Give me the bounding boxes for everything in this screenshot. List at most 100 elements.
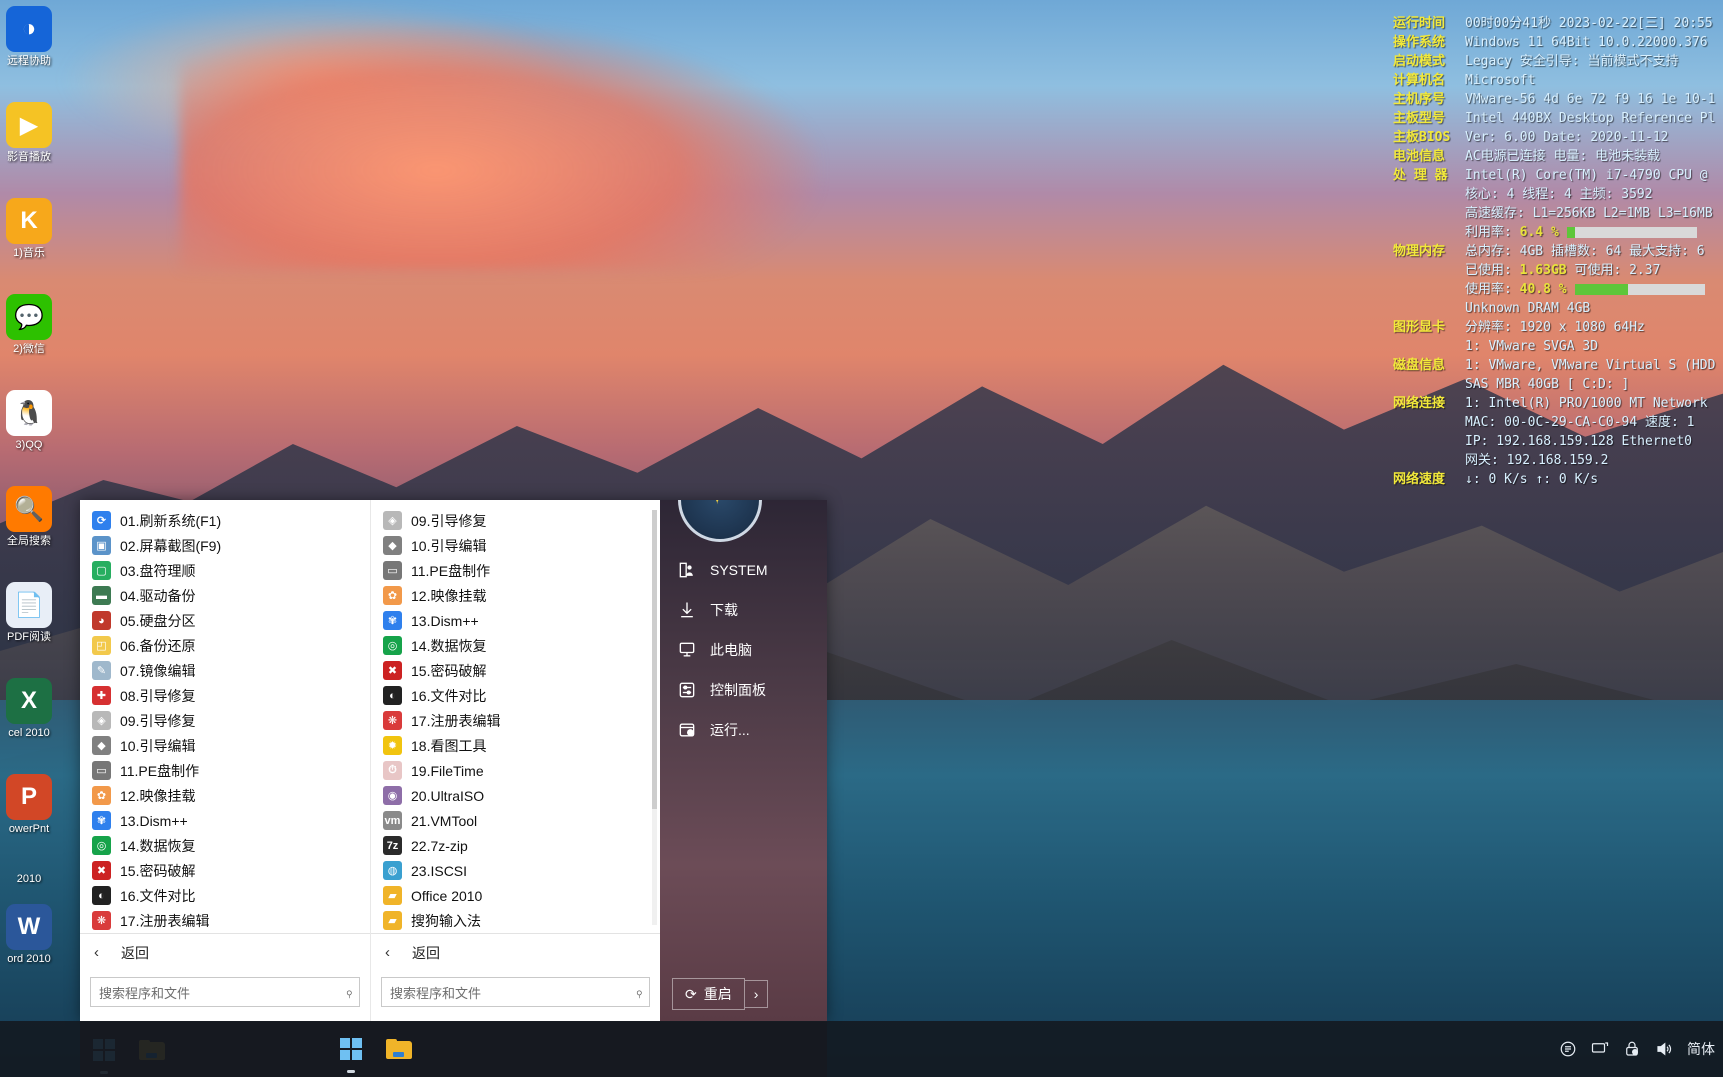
- menu-item-label: 22.7z-zip: [411, 837, 468, 854]
- shortcut-control-panel[interactable]: 控制面板: [660, 670, 827, 710]
- desktop-icon-7[interactable]: 📄 PDF阅读: [0, 576, 58, 672]
- menu-item-col1-16[interactable]: ◐ 16.文件对比: [80, 883, 370, 908]
- menu-item-col1-13[interactable]: ✾ 13.Dism++: [80, 808, 370, 833]
- desktop-icon-label: 远程协助: [7, 55, 51, 67]
- desktop-icon-2[interactable]: ▶ 影音播放: [0, 96, 58, 192]
- menu-item-col2-15[interactable]: ◍ 23.ISCSI: [371, 858, 660, 883]
- sysinfo-value: Unknown DRAM 4GB: [1465, 301, 1591, 316]
- menu-item-col2-13[interactable]: vm 21.VMTool: [371, 808, 660, 833]
- ime-icon[interactable]: 简体: [1687, 1039, 1715, 1059]
- menu-item-col1-3[interactable]: ▢ 03.盘符理顺: [80, 558, 370, 583]
- file-explorer-button[interactable]: [375, 1021, 423, 1077]
- sysinfo-value: 核心: 4 线程: 4 主频: 3592: [1465, 187, 1653, 202]
- restart-button[interactable]: ⟳ 重启: [672, 978, 745, 1010]
- image-viewer-icon: ✹: [383, 736, 402, 755]
- program-list-primary[interactable]: ⟳ 01.刷新系统(F1) ▣ 02.屏幕截图(F9) ▢ 03.盘符理顺 ▬ 04.驱动备份…: [80, 500, 370, 933]
- menu-item-col1-2[interactable]: ▣ 02.屏幕截图(F9): [80, 533, 370, 558]
- sysinfo-value: 利用率: 6.4 %: [1459, 223, 1697, 242]
- menu-item-col1-15[interactable]: ✖ 15.密码破解: [80, 858, 370, 883]
- menu-item-col1-5[interactable]: ◕ 05.硬盘分区: [80, 608, 370, 633]
- menu-item-col1-12[interactable]: ✿ 12.映像挂载: [80, 783, 370, 808]
- menu-item-col1-11[interactable]: ▭ 11.PE盘制作: [80, 758, 370, 783]
- menu-item-col2-10[interactable]: ✹ 18.看图工具: [371, 733, 660, 758]
- shortcut-list[interactable]: SYSTEM 下载 此电脑 控制面板 运行...: [660, 550, 827, 750]
- desktop-icon-8[interactable]: Xcel 2010: [0, 672, 58, 768]
- desktop-icon-9[interactable]: PowerPnt: [0, 768, 58, 864]
- sysinfo-label: [1393, 432, 1459, 451]
- back-button-2[interactable]: ‹ 返回: [371, 933, 660, 971]
- shortcut-this-pc[interactable]: 此电脑: [660, 630, 827, 670]
- menu-item-col2-4[interactable]: ✿ 12.映像挂载: [371, 583, 660, 608]
- menu-item-label: 18.看图工具: [411, 737, 487, 754]
- security-icon[interactable]: [1623, 1040, 1641, 1058]
- search-area-2[interactable]: 搜索程序和文件 ⌕: [371, 971, 660, 1021]
- word-2010-icon: W: [6, 904, 52, 950]
- desktop-icon-5[interactable]: 🐧 3)QQ: [0, 384, 58, 480]
- menu-item-col1-9[interactable]: ◈ 09.引导修复: [80, 708, 370, 733]
- sysinfo-row-9: 处 理 器 Intel(R) Core(TM) i7-4790 CPU @: [1393, 166, 1723, 185]
- menu-item-col2-3[interactable]: ▭ 11.PE盘制作: [371, 558, 660, 583]
- search-input-1[interactable]: 搜索程序和文件 ⌕: [90, 977, 360, 1007]
- menu-item-col2-9[interactable]: ❋ 17.注册表编辑: [371, 708, 660, 733]
- menu-item-label: 12.映像挂载: [411, 587, 487, 604]
- program-list-secondary[interactable]: ◈ 09.引导修复 ◆ 10.引导编辑 ▭ 11.PE盘制作 ✿ 12.映像挂载 ✾ 13.Dis…: [371, 500, 660, 933]
- sysinfo-value: 已使用: 1.63GB 可使用: 2.37: [1465, 263, 1661, 278]
- menu-item-col2-12[interactable]: ◉ 20.UltraISO: [371, 783, 660, 808]
- desktop-icon-11[interactable]: Word 2010: [0, 898, 58, 994]
- run-icon: [676, 719, 698, 741]
- menu-item-col1-6[interactable]: ◰ 06.备份还原: [80, 633, 370, 658]
- host-taskbar[interactable]: 简体: [0, 1021, 1723, 1077]
- sysinfo-label: 操作系统: [1393, 35, 1446, 50]
- desktop-icon-6[interactable]: 🔍 全局搜索: [0, 480, 58, 576]
- menu-item-label: 16.文件对比: [411, 687, 487, 704]
- menu-item-col2-16[interactable]: ▰ Office 2010: [371, 883, 660, 908]
- menu-item-col1-8[interactable]: ✚ 08.引导修复: [80, 683, 370, 708]
- vmtool-icon: vm: [383, 811, 402, 830]
- menu-item-col1-1[interactable]: ⟳ 01.刷新系统(F1): [80, 508, 370, 533]
- search-placeholder: 搜索程序和文件: [390, 985, 482, 1001]
- desktop-icon-4[interactable]: 💬 2)微信: [0, 288, 58, 384]
- sysinfo-row-8: 电池信息 AC电源已连接 电量: 电池未装载: [1393, 147, 1723, 166]
- start-button[interactable]: [327, 1021, 375, 1077]
- search-input-2[interactable]: 搜索程序和文件 ⌕: [381, 977, 650, 1007]
- menu-item-label: 17.注册表编辑: [411, 712, 501, 729]
- file-compare-icon: ◐: [92, 886, 111, 905]
- volume-icon[interactable]: [1655, 1040, 1673, 1058]
- desktop: ◑ 远程协助 ▶ 影音播放 K 1)音乐 💬 2)微信 🐧 3)QQ 🔍 全局搜索 📄 PDF阅读 Xcel…: [0, 0, 1723, 1077]
- shortcut-download[interactable]: 下载: [660, 590, 827, 630]
- restart-icon: ⟳: [685, 985, 697, 1002]
- desktop-icon-label: 2)微信: [13, 343, 45, 355]
- sysinfo-value: VMware-56 4d 6e 72 f9 16 1e 10-1: [1465, 92, 1716, 107]
- desktop-icon-10[interactable]: 2010: [0, 864, 58, 898]
- display-icon[interactable]: [1591, 1040, 1609, 1058]
- menu-item-col2-11[interactable]: ⏱ 19.FileTime: [371, 758, 660, 783]
- menu-item-col2-5[interactable]: ✾ 13.Dism++: [371, 608, 660, 633]
- sysinfo-row-3: 启动模式 Legacy 安全引导: 当前模式不支持: [1393, 52, 1723, 71]
- shortcut-user-system[interactable]: SYSTEM: [660, 550, 827, 590]
- menu-item-col2-6[interactable]: ◎ 14.数据恢复: [371, 633, 660, 658]
- power-area[interactable]: ⟳ 重启 ›: [660, 967, 827, 1021]
- sysinfo-row-14: 已使用: 1.63GB 可使用: 2.37: [1393, 261, 1723, 280]
- star-icon: ✦: [708, 500, 726, 510]
- power-options-arrow[interactable]: ›: [744, 980, 769, 1008]
- search-area-1[interactable]: 搜索程序和文件 ⌕: [80, 971, 370, 1021]
- desktop-icon-1[interactable]: ◑ 远程协助: [0, 0, 58, 96]
- menu-item-col1-17[interactable]: ❋ 17.注册表编辑: [80, 908, 370, 933]
- menu-item-col2-7[interactable]: ✖ 15.密码破解: [371, 658, 660, 683]
- scrollbar[interactable]: [652, 510, 657, 925]
- menu-item-col2-17[interactable]: ▰ 搜狗输入法: [371, 908, 660, 933]
- start-menu[interactable]: ⟳ 01.刷新系统(F1) ▣ 02.屏幕截图(F9) ▢ 03.盘符理顺 ▬ 04.驱动备份…: [80, 500, 827, 1021]
- menu-item-col1-7[interactable]: ✎ 07.镜像编辑: [80, 658, 370, 683]
- menu-item-col2-14[interactable]: 7z 22.7z-zip: [371, 833, 660, 858]
- menu-item-col1-10[interactable]: ◆ 10.引导编辑: [80, 733, 370, 758]
- menu-item-col1-14[interactable]: ◎ 14.数据恢复: [80, 833, 370, 858]
- menu-item-col2-2[interactable]: ◆ 10.引导编辑: [371, 533, 660, 558]
- menu-item-col2-8[interactable]: ◐ 16.文件对比: [371, 683, 660, 708]
- notifications-icon[interactable]: [1559, 1040, 1577, 1058]
- system-tray[interactable]: 简体: [1559, 1021, 1715, 1077]
- menu-item-col1-4[interactable]: ▬ 04.驱动备份: [80, 583, 370, 608]
- menu-item-col2-1[interactable]: ◈ 09.引导修复: [371, 508, 660, 533]
- desktop-icon-3[interactable]: K 1)音乐: [0, 192, 58, 288]
- back-button-1[interactable]: ‹ 返回: [80, 933, 370, 971]
- shortcut-run[interactable]: 运行...: [660, 710, 827, 750]
